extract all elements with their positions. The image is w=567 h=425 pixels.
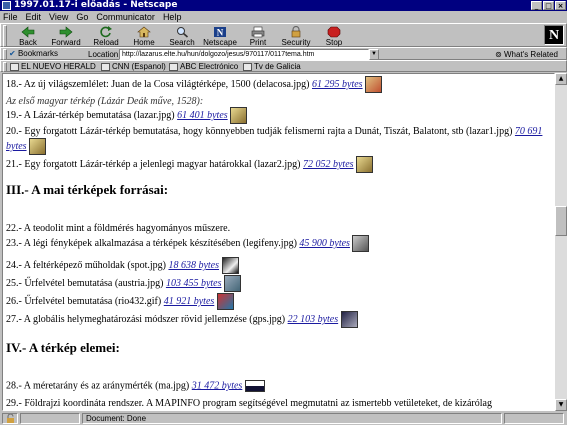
netscape-icon: N: [214, 27, 226, 38]
personal-toolbar: EL NUEVO HERALD CNN (Espanol) ABC Electr…: [0, 60, 567, 72]
thumbnail-gps-icon[interactable]: [340, 311, 358, 328]
reload-icon: [100, 26, 112, 38]
personal-link-el-nuevo-herald[interactable]: EL NUEVO HERALD: [9, 62, 96, 72]
status-text: Document: Done: [82, 413, 502, 424]
link-45900-bytes[interactable]: 45 900 bytes: [299, 238, 350, 249]
personal-link-cnn-espanol[interactable]: CNN (Espanol): [100, 62, 166, 72]
home-button[interactable]: Home: [127, 25, 161, 47]
search-icon: [177, 27, 189, 38]
thumbnail-rio432-icon[interactable]: [216, 293, 234, 310]
security-lock-icon: [291, 26, 301, 38]
link-31472-bytes[interactable]: 31 472 bytes: [192, 380, 243, 391]
menu-view[interactable]: View: [49, 12, 68, 22]
url-input[interactable]: http://lazarus.elte.hu/hun/dolgozo/jesus…: [119, 49, 369, 60]
forward-button[interactable]: Forward: [49, 25, 83, 47]
security-status-icon[interactable]: [2, 413, 18, 424]
link-22103-bytes[interactable]: 22 103 bytes: [288, 314, 339, 325]
section-heading-4: IV.- A térkép elemei:: [6, 340, 120, 355]
link-41921-bytes[interactable]: 41 921 bytes: [164, 296, 215, 307]
thumbnail-austria-icon[interactable]: [223, 275, 241, 292]
stop-icon: [327, 26, 341, 38]
personal-grip[interactable]: [3, 62, 7, 72]
scroll-up-button[interactable]: ▲: [555, 73, 567, 85]
menu-bar: File Edit View Go Communicator Help: [0, 11, 567, 22]
bookmark-icon: ✔: [9, 49, 16, 58]
thumbnail-ma-icon[interactable]: [244, 380, 265, 392]
netscape-logo[interactable]: N: [544, 25, 564, 45]
title-bar: 1997.01.17-i előadás - Netscape _ □ ×: [0, 0, 567, 11]
bookmarks-button[interactable]: ✔ Bookmarks: [9, 49, 60, 60]
back-arrow-icon: [21, 26, 35, 38]
section-heading-3: III.- A mai térképek forrásai:: [6, 182, 169, 197]
link-61401-bytes[interactable]: 61 401 bytes: [177, 110, 228, 121]
status-bar: Document: Done: [0, 412, 567, 425]
thumbnail-lazar1-icon[interactable]: [29, 138, 47, 155]
close-button[interactable]: ×: [555, 1, 566, 10]
scroll-down-button[interactable]: ▼: [555, 399, 567, 411]
list-item-29: 29.- Földrajzi koordináta rendszer. A MA…: [6, 398, 492, 409]
url-dropdown-button[interactable]: ▼: [369, 49, 379, 60]
list-item-21: 21.- Egy forgatott Lázár-térkép a jelenl…: [6, 156, 374, 173]
back-button[interactable]: Back: [11, 25, 45, 47]
bookmark-page-icon: [10, 63, 19, 71]
list-item-26: 26.- Űrfelvétel bemutatása (rio432.gif) …: [6, 293, 234, 310]
minimize-button[interactable]: _: [531, 1, 542, 10]
bookmark-page-icon: [101, 63, 110, 71]
related-icon: ⊚: [495, 50, 502, 59]
list-item-25: 25.- Űrfelvétel bemutatása (austria.jpg)…: [6, 275, 241, 292]
menu-go[interactable]: Go: [76, 12, 88, 22]
location-grip[interactable]: [3, 49, 7, 60]
vertical-scrollbar[interactable]: ▲ ▼: [555, 73, 567, 411]
window-title: 1997.01.17-i előadás - Netscape: [14, 0, 178, 10]
security-button[interactable]: Security: [279, 25, 313, 47]
list-item-27: 27.- A globális helymeghatározási módsze…: [6, 311, 358, 328]
toolbar-grip[interactable]: [3, 25, 7, 47]
netscape-app-icon: [2, 1, 11, 10]
menu-help[interactable]: Help: [163, 12, 182, 22]
list-item-18: 18.- Az új világszemlélet: Juan de la Co…: [6, 76, 383, 93]
forward-arrow-icon: [59, 26, 73, 38]
link-61295-bytes[interactable]: 61 295 bytes: [312, 79, 363, 90]
link-18638-bytes[interactable]: 18 638 bytes: [168, 260, 219, 271]
personal-link-abc-electronico[interactable]: ABC Electrónico: [168, 62, 238, 72]
menu-communicator[interactable]: Communicator: [96, 12, 155, 22]
scroll-thumb[interactable]: [555, 206, 567, 236]
print-icon: [251, 26, 265, 38]
list-item-22: 22.- A teodolit mint a földmérés hagyomá…: [6, 223, 231, 234]
reload-button[interactable]: Reload: [89, 25, 123, 47]
print-button[interactable]: Print: [241, 25, 275, 47]
search-button[interactable]: Search: [165, 25, 199, 47]
link-103455-bytes[interactable]: 103 455 bytes: [166, 278, 222, 289]
thumbnail-legifeny-icon[interactable]: [352, 235, 370, 252]
list-item-28: 28.- A méretarány és az aránymérték (ma.…: [6, 380, 265, 392]
home-icon: [137, 26, 151, 38]
thumbnail-spot-icon[interactable]: [221, 257, 239, 274]
component-bar: [504, 413, 564, 424]
netscape-button[interactable]: N Netscape: [203, 25, 237, 47]
menu-edit[interactable]: Edit: [26, 12, 42, 22]
list-item-19: 19.- A Lázár-térkép bemutatása (lazar.jp…: [6, 107, 248, 124]
location-label: Location:: [88, 50, 121, 59]
list-item-24: 24.- A feltérképező műholdak (spot.jpg) …: [6, 257, 239, 274]
thumbnail-lazar2-icon[interactable]: [356, 156, 374, 173]
maximize-button[interactable]: □: [543, 1, 554, 10]
list-item-20: 20.- Egy forgatott Lázár-térkép bemutatá…: [6, 126, 552, 155]
whats-related-button[interactable]: ⊚ What's Related: [495, 49, 558, 60]
lock-open-icon: [7, 413, 14, 423]
personal-link-tv-de-galicia[interactable]: Tv de Galicia: [242, 62, 301, 72]
thumbnail-lazar-icon[interactable]: [230, 107, 248, 124]
bookmark-page-icon: [243, 63, 252, 71]
link-72052-bytes[interactable]: 72 052 bytes: [303, 159, 354, 170]
thumbnail-delacosa-icon[interactable]: [365, 76, 383, 93]
navigation-toolbar: Back Forward Reload Home Search N Netsca…: [0, 23, 567, 47]
bookmark-page-icon: [169, 63, 178, 71]
menu-file[interactable]: File: [3, 12, 18, 22]
svg-text:N: N: [217, 28, 224, 38]
progress-area: [20, 413, 80, 424]
stop-button[interactable]: Stop: [317, 25, 351, 47]
page-content: 18.- Az új világszemlélet: Juan de la Co…: [2, 73, 555, 411]
list-item-23: 23.- A légi fényképek alkalmazása a térk…: [6, 235, 370, 252]
location-toolbar: ✔ Bookmarks Location: http://lazarus.elt…: [0, 47, 567, 60]
